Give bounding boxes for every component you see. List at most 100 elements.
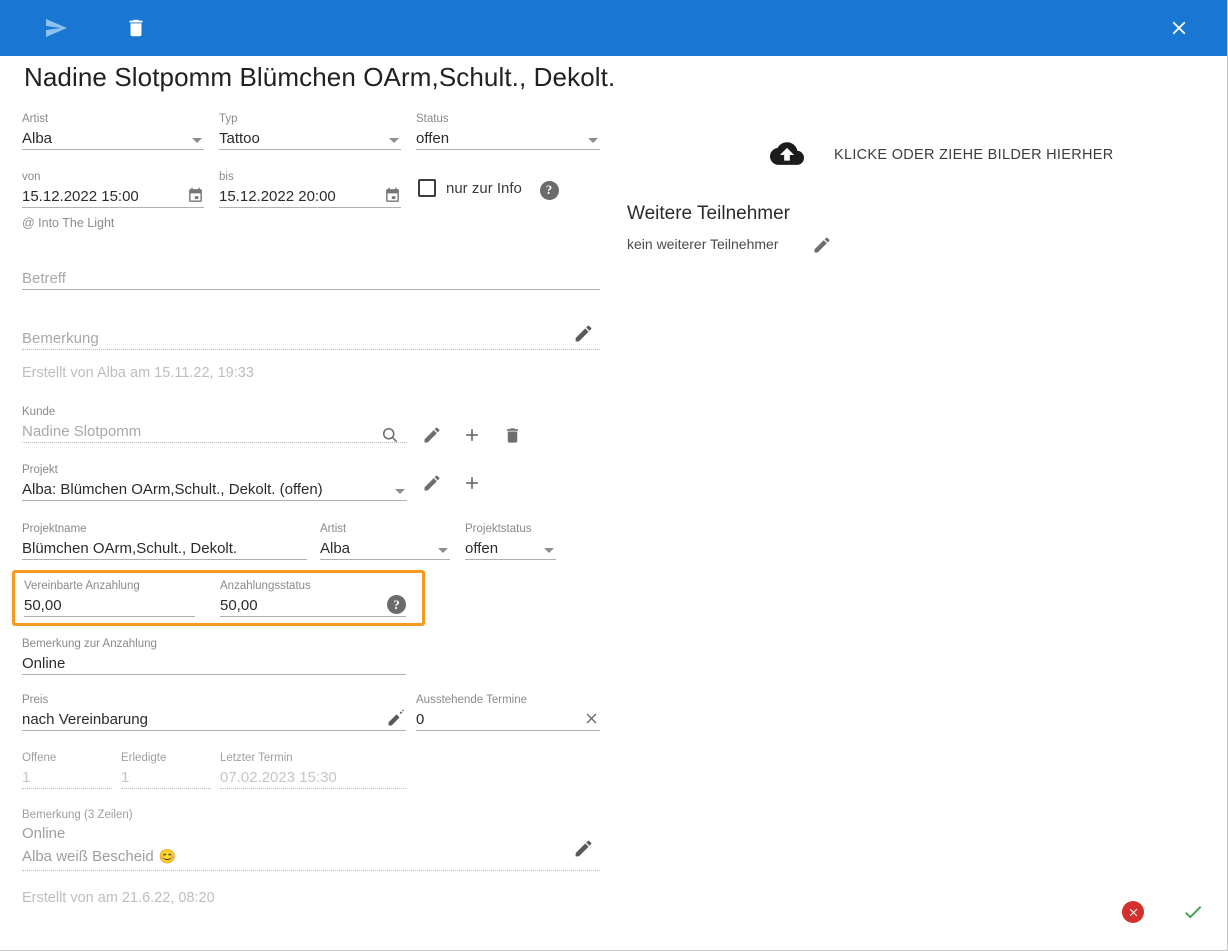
field-von-control[interactable]: 15.12.2022 15:00 xyxy=(22,184,204,208)
field-bemerkung-placeholder: Bemerkung xyxy=(22,330,99,347)
field-typ-control[interactable]: Tattoo xyxy=(219,126,401,150)
projekt-edit-button[interactable] xyxy=(419,470,445,496)
field-projektstatus-value: offen xyxy=(465,540,499,557)
cloud-upload-icon xyxy=(770,142,804,165)
appointment-dialog: Nadine Slotpomm Blümchen OArm,Schult., D… xyxy=(0,0,1228,951)
field-bemerkung-anzahlung-control[interactable]: Online xyxy=(22,651,406,675)
field-artist-label: Artist xyxy=(22,113,49,125)
field-projekt-value: Alba: Blümchen OArm,Schult., Dekolt. (of… xyxy=(22,481,323,498)
field-projekt-artist-label: Artist xyxy=(320,523,347,535)
clear-icon[interactable] xyxy=(583,710,600,727)
field-offene-control: 1 xyxy=(22,765,112,789)
field-typ-value: Tattoo xyxy=(219,130,260,147)
field-betreff-control[interactable]: Betreff xyxy=(22,264,600,290)
field-bis-label: bis xyxy=(219,171,234,183)
pencil-icon xyxy=(424,427,440,443)
field-offene-label: Offene xyxy=(22,752,57,764)
field-vereinbarte-anzahlung-label: Vereinbarte Anzahlung xyxy=(24,580,140,592)
pencil-icon xyxy=(814,237,830,253)
info-only-checkbox[interactable] xyxy=(418,179,436,197)
field-projektname-value: Blümchen OArm,Schult., Dekolt. xyxy=(22,540,238,557)
field-bemerkung-3-label: Bemerkung (3 Zeilen) xyxy=(22,809,133,821)
chevron-down-icon[interactable] xyxy=(588,138,598,143)
field-vereinbarte-anzahlung-control[interactable]: 50,00 xyxy=(24,593,195,617)
trash-icon xyxy=(129,19,143,37)
delete-button[interactable] xyxy=(112,4,160,52)
field-typ-label: Typ xyxy=(219,113,238,125)
field-letzter-termin: Letzter Termin 07.02.2023 15:30 xyxy=(220,751,406,789)
calendar-icon[interactable] xyxy=(187,187,204,204)
field-letzter-termin-control: 07.02.2023 15:30 xyxy=(220,765,406,789)
field-von-value: 15.12.2022 15:00 xyxy=(22,188,139,205)
chevron-down-icon[interactable] xyxy=(438,548,448,553)
field-artist: Artist Alba xyxy=(22,112,204,150)
bemerkung-edit-button[interactable] xyxy=(570,320,596,346)
info-only-help-button[interactable]: ? xyxy=(536,177,562,203)
projekt-created-text: Erstellt von am 21.6.22, 08:20 xyxy=(22,890,215,906)
chevron-down-icon[interactable] xyxy=(395,489,405,494)
calendar-icon[interactable] xyxy=(384,187,401,204)
field-betreff: Betreff xyxy=(22,264,600,290)
chevron-down-icon[interactable] xyxy=(389,138,399,143)
field-bemerkung-control[interactable]: Bemerkung xyxy=(22,324,600,350)
field-bemerkung-3-line2: Alba weiß Bescheid xyxy=(22,847,154,865)
kunde-edit-button[interactable] xyxy=(419,422,445,448)
cancel-button[interactable] xyxy=(1120,899,1146,925)
field-betreff-placeholder: Betreff xyxy=(22,270,66,287)
field-preis-label: Preis xyxy=(22,694,49,706)
kunde-add-button[interactable] xyxy=(459,422,485,448)
field-vereinbarte-anzahlung: Vereinbarte Anzahlung 50,00 xyxy=(24,579,195,617)
field-erledigte: Erledigte 1 xyxy=(121,751,211,789)
participants-edit-button[interactable] xyxy=(809,232,835,258)
field-bemerkung-3-control[interactable]: Online Alba weiß Bescheid 😊 xyxy=(22,822,600,871)
field-kunde-label: Kunde xyxy=(22,406,56,418)
participants-heading: Weitere Teilnehmer xyxy=(627,203,790,224)
field-bemerkung-3-line2-row: Alba weiß Bescheid 😊 xyxy=(22,845,600,868)
field-projekt-artist: Artist Alba xyxy=(320,522,450,560)
field-bis-value: 15.12.2022 20:00 xyxy=(219,188,336,205)
kunde-delete-button[interactable] xyxy=(499,422,525,448)
participants-value: kein weiterer Teilnehmer xyxy=(627,236,779,252)
field-vereinbarte-anzahlung-value: 50,00 xyxy=(24,597,62,614)
field-ausstehende-termine-control[interactable]: 0 xyxy=(416,707,600,731)
chevron-down-icon[interactable] xyxy=(544,548,554,553)
field-projekt-artist-value: Alba xyxy=(320,540,351,557)
field-offene-value: 1 xyxy=(22,769,31,786)
upload-dropzone-label: KLICKE ODER ZIEHE BILDER HIERHER xyxy=(834,147,1114,163)
field-anzahlungsstatus-control[interactable]: 50,00 ? xyxy=(220,593,406,617)
kunde-search-button[interactable] xyxy=(377,422,403,448)
field-von-label: von xyxy=(22,171,41,183)
field-bemerkung-anzahlung: Bemerkung zur Anzahlung Online xyxy=(22,637,406,675)
field-projektname-control[interactable]: Blümchen OArm,Schult., Dekolt. xyxy=(22,536,307,560)
field-kunde-control[interactable]: Nadine Slotpomm xyxy=(22,419,407,443)
confirm-button[interactable] xyxy=(1180,899,1206,925)
field-preis-value: nach Vereinbarung xyxy=(22,711,148,728)
send-button[interactable] xyxy=(32,4,80,52)
dialog-toolbar xyxy=(0,0,1227,56)
check-icon xyxy=(1185,906,1202,919)
image-upload-dropzone[interactable]: KLICKE ODER ZIEHE BILDER HIERHER xyxy=(770,142,1114,168)
field-status-label: Status xyxy=(416,113,449,125)
plus-icon xyxy=(466,429,478,441)
send-icon xyxy=(46,19,67,37)
field-bis-control[interactable]: 15.12.2022 20:00 xyxy=(219,184,401,208)
chevron-down-icon[interactable] xyxy=(192,138,202,143)
field-projekt-control[interactable]: Alba: Blümchen OArm,Schult., Dekolt. (of… xyxy=(22,477,407,501)
info-only-label: nur zur Info xyxy=(446,180,522,197)
field-ausstehende-termine-value: 0 xyxy=(416,711,425,728)
field-projektstatus-control[interactable]: offen xyxy=(465,536,556,560)
field-preis-control[interactable]: nach Vereinbarung xyxy=(22,707,406,731)
field-bemerkung-anzahlung-label: Bemerkung zur Anzahlung xyxy=(22,638,157,650)
close-button[interactable] xyxy=(1155,4,1203,52)
field-status-control[interactable]: offen xyxy=(416,126,600,150)
magic-pencil-icon[interactable] xyxy=(386,708,406,728)
bemerkung-3-edit-button[interactable] xyxy=(570,835,596,861)
projekt-add-button[interactable] xyxy=(459,470,485,496)
field-bemerkung-3-line1: Online xyxy=(22,825,66,842)
field-projektstatus: Projektstatus offen xyxy=(465,522,556,560)
field-artist-control[interactable]: Alba xyxy=(22,126,204,150)
anzahlungsstatus-help-icon[interactable]: ? xyxy=(387,595,406,614)
field-letzter-termin-label: Letzter Termin xyxy=(220,752,293,764)
field-projekt: Projekt Alba: Blümchen OArm,Schult., Dek… xyxy=(22,463,407,501)
field-projekt-artist-control[interactable]: Alba xyxy=(320,536,450,560)
